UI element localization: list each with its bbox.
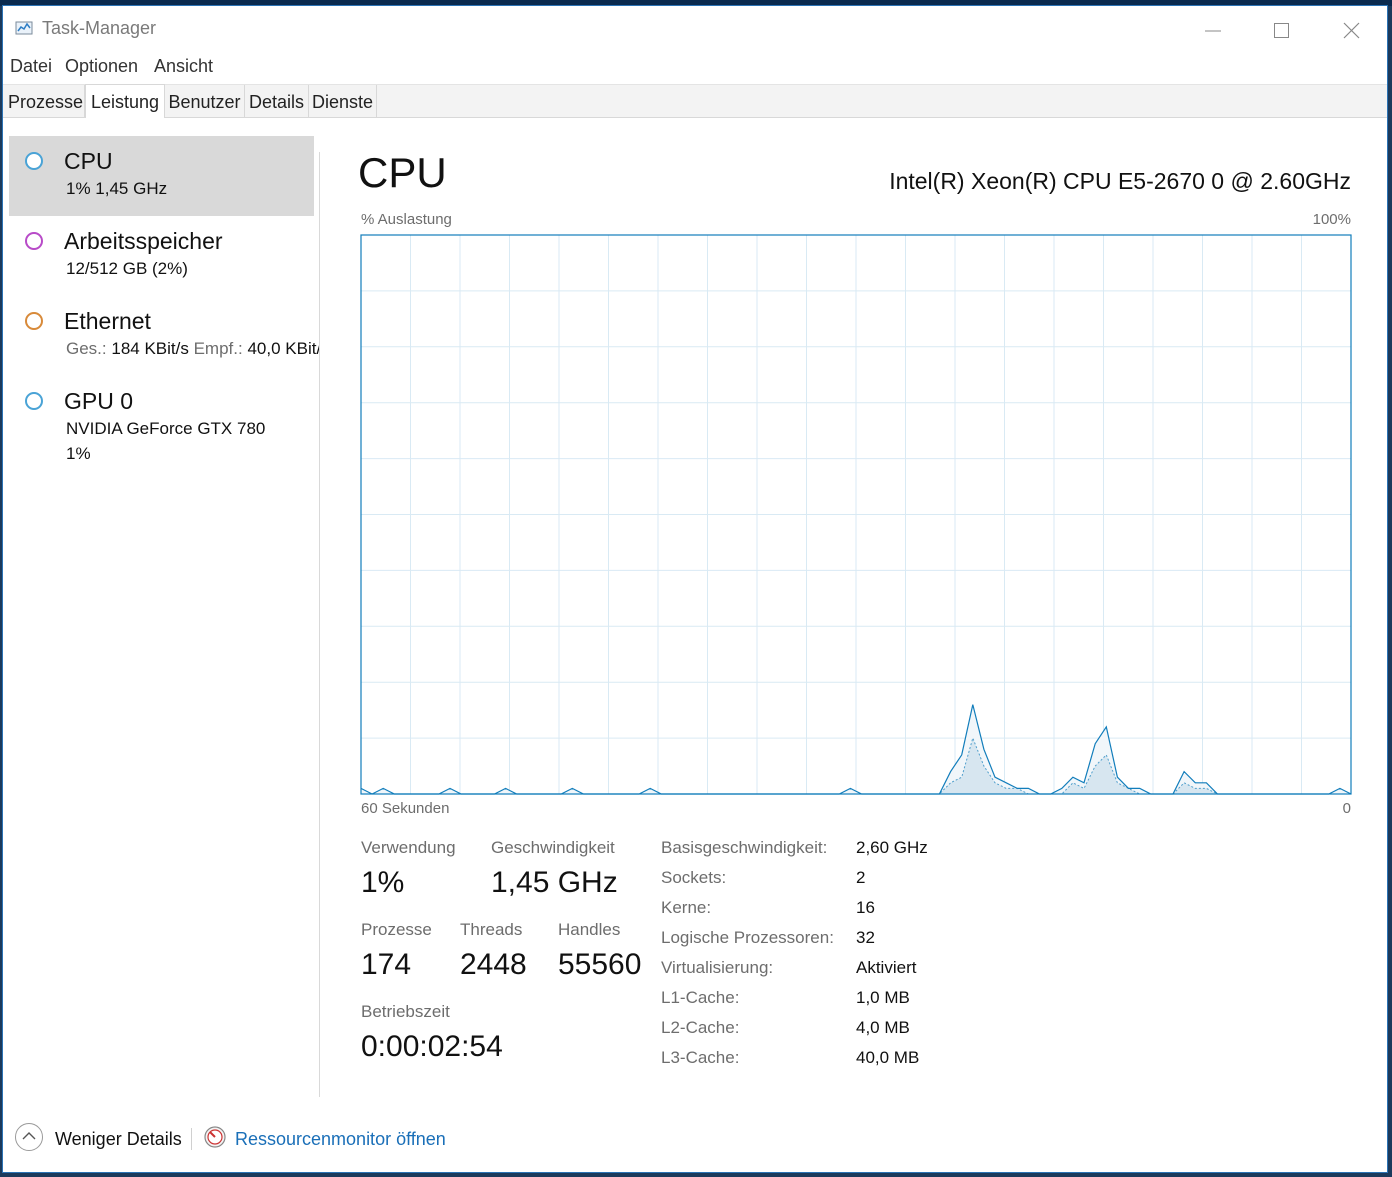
sidebar-divider[interactable] [319, 152, 320, 1097]
tab-details[interactable]: Details [245, 85, 309, 117]
speed-value: 1,45 GHz [491, 866, 618, 899]
graph-y-label: % Auslastung [361, 211, 452, 228]
chevron-up-icon[interactable] [15, 1123, 43, 1151]
task-manager-icon [15, 21, 33, 35]
receive-value: 40,0 KBit/s [247, 339, 320, 358]
receive-label: Empf.: [193, 339, 243, 358]
resource-monitor-icon[interactable] [203, 1125, 227, 1149]
close-button[interactable] [1329, 12, 1375, 46]
footer: Weniger Details Ressourcenmonitor öffnen [3, 1116, 1387, 1166]
cpu-indicator-icon [25, 152, 43, 170]
sidebar-item-detail-2: 1% [66, 444, 91, 463]
cpu-usage-graph [360, 234, 1352, 795]
handles-label: Handles [558, 920, 621, 939]
sidebar-item-detail: 12/512 GB (2%) [66, 259, 188, 278]
graph-x-end-label: 0 [1342, 800, 1351, 817]
sidebar-item-cpu[interactable]: CPU 1% 1,45 GHz [9, 136, 314, 216]
tab-benutzer[interactable]: Benutzer [165, 85, 245, 117]
close-icon [1343, 22, 1360, 39]
info-value: 40,0 MB [856, 1048, 920, 1067]
threads-value: 2448 [460, 948, 527, 981]
window-title: Task-Manager [42, 18, 157, 38]
info-label: Virtualisierung: [661, 958, 774, 977]
sidebar-item-detail: Ges.: 184 KBit/s Empf.: 40,0 KBit/s [66, 339, 320, 359]
info-value: 32 [856, 928, 875, 947]
tab-bar: Prozesse Leistung Benutzer Details Diens… [3, 84, 1387, 118]
menu-optionen[interactable]: Optionen [65, 56, 138, 77]
minimize-icon [1205, 30, 1221, 32]
info-label: L2-Cache: [661, 1018, 740, 1037]
processor-name: Intel(R) Xeon(R) CPU E5-2670 0 @ 2.60GHz [889, 168, 1351, 194]
info-value: 2 [856, 868, 866, 887]
processes-value: 174 [361, 948, 412, 981]
info-value: 4,0 MB [856, 1018, 910, 1037]
usage-label: Verwendung [361, 838, 456, 857]
footer-divider [191, 1128, 192, 1150]
resource-monitor-link[interactable]: Ressourcenmonitor öffnen [235, 1129, 446, 1150]
speed-label: Geschwindigkeit [491, 838, 615, 857]
sidebar-item-label: Ethernet [64, 308, 151, 334]
sidebar-item-detail: 1% 1,45 GHz [66, 179, 168, 198]
info-label: L1-Cache: [661, 988, 740, 1007]
info-label: Logische Prozessoren: [661, 928, 834, 947]
uptime-value: 0:00:02:54 [361, 1030, 503, 1063]
send-value: 184 KBit/s [111, 339, 189, 358]
sidebar-item-memory[interactable]: Arbeitsspeicher 12/512 GB (2%) [9, 216, 314, 296]
graph-x-label: 60 Sekunden [361, 800, 450, 817]
graph-max-label: 100% [1312, 211, 1351, 228]
info-value: 16 [856, 898, 875, 917]
sidebar-item-label: CPU [64, 148, 113, 174]
info-value: 1,0 MB [856, 988, 910, 1007]
title-bar[interactable]: Task-Manager [3, 6, 1387, 51]
sidebar-item-ethernet[interactable]: Ethernet Ges.: 184 KBit/s Empf.: 40,0 KB… [9, 296, 320, 376]
tab-prozesse[interactable]: Prozesse [7, 85, 85, 117]
handles-value: 55560 [558, 948, 642, 981]
sidebar-item-gpu[interactable]: GPU 0 NVIDIA GeForce GTX 780 1% [9, 376, 314, 476]
tab-dienste[interactable]: Dienste [309, 85, 377, 117]
sidebar-item-label: Arbeitsspeicher [64, 228, 223, 254]
page-title: CPU [358, 149, 447, 196]
menu-datei[interactable]: Datei [10, 56, 52, 77]
gpu-indicator-icon [25, 392, 43, 410]
processes-label: Prozesse [361, 920, 432, 939]
fewer-details-button[interactable]: Weniger Details [55, 1129, 182, 1150]
info-value: 2,60 GHz [856, 838, 928, 857]
menu-bar: Datei Optionen Ansicht [3, 53, 1387, 81]
minimize-button[interactable] [1190, 12, 1236, 46]
usage-value: 1% [361, 866, 405, 899]
info-value: Aktiviert [856, 958, 917, 977]
sidebar-item-label: GPU 0 [64, 388, 134, 414]
threads-label: Threads [460, 920, 523, 939]
info-label: Kerne: [661, 898, 712, 917]
menu-ansicht[interactable]: Ansicht [154, 56, 213, 77]
uptime-label: Betriebszeit [361, 1002, 450, 1021]
info-label: Sockets: [661, 868, 727, 887]
sidebar-item-detail: NVIDIA GeForce GTX 780 [66, 419, 266, 438]
ethernet-indicator-icon [25, 312, 43, 330]
maximize-icon [1274, 23, 1289, 38]
tab-leistung[interactable]: Leistung [85, 84, 165, 118]
maximize-button[interactable] [1259, 12, 1305, 46]
send-label: Ges.: [66, 339, 107, 358]
info-label: Basisgeschwindigkeit: [661, 838, 828, 857]
memory-indicator-icon [25, 232, 43, 250]
task-manager-window: Task-Manager Datei Optionen Ansicht Proz… [2, 5, 1388, 1173]
resource-sidebar: CPU 1% 1,45 GHz Arbeitsspeicher 12/512 G… [3, 136, 321, 1096]
info-label: L3-Cache: [661, 1048, 740, 1067]
